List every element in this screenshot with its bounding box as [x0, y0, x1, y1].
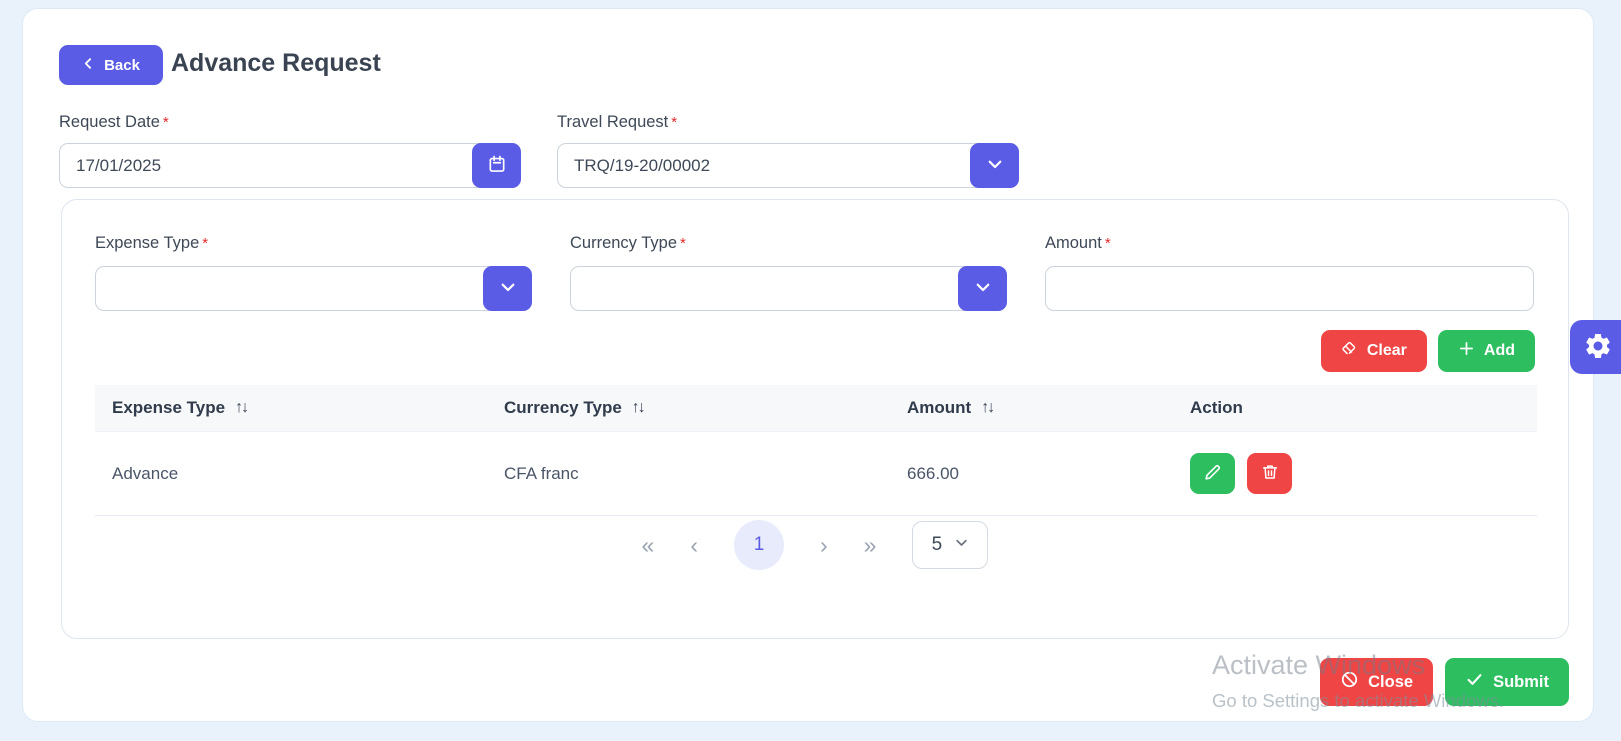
chevron-left-icon [82, 57, 95, 74]
travel-request-dropdown-button[interactable] [970, 143, 1019, 188]
required-asterisk: * [1105, 235, 1111, 252]
settings-flyout-button[interactable] [1570, 320, 1621, 374]
currency-type-label: Currency Type* [570, 234, 686, 253]
clear-button-label: Clear [1367, 342, 1407, 360]
cell-actions [1173, 453, 1537, 494]
column-header-expense-type: Expense Type ↑↓ [95, 398, 487, 418]
back-button[interactable]: Back [59, 45, 163, 85]
next-page-button[interactable]: › [820, 534, 828, 557]
request-date-group [59, 143, 521, 188]
currency-type-dropdown-button[interactable] [958, 266, 1007, 311]
gear-icon [1583, 331, 1613, 364]
cell-expense-type: Advance [95, 464, 487, 484]
last-page-button[interactable]: » [864, 534, 877, 557]
column-header-amount: Amount ↑↓ [890, 398, 1173, 418]
sort-icon[interactable]: ↑↓ [632, 399, 644, 417]
add-button-label: Add [1484, 342, 1515, 360]
page-title: Advance Request [171, 49, 381, 78]
currency-type-select[interactable] [570, 266, 1007, 311]
add-button[interactable]: Add [1438, 330, 1535, 372]
ban-icon [1340, 670, 1359, 694]
column-header-action: Action [1173, 398, 1537, 418]
travel-request-label: Travel Request* [557, 113, 677, 132]
travel-request-select[interactable] [557, 143, 1019, 188]
required-asterisk: * [202, 235, 208, 252]
current-page-button[interactable]: 1 [734, 520, 784, 570]
page: Back Advance Request Request Date* Trave… [0, 0, 1621, 741]
chevron-down-icon [954, 534, 969, 556]
table-row: Advance CFA franc 666.00 [95, 432, 1537, 516]
back-button-label: Back [104, 57, 140, 74]
clear-button[interactable]: Clear [1321, 330, 1427, 372]
page-size-select[interactable]: 5 [912, 521, 988, 569]
check-icon [1465, 670, 1484, 694]
table-header-row: Expense Type ↑↓ Currency Type ↑↓ Amount … [95, 385, 1537, 432]
chevron-down-icon [499, 278, 517, 299]
first-page-button[interactable]: « [642, 534, 655, 557]
cell-currency-type: CFA franc [487, 464, 890, 484]
page-size-value: 5 [932, 534, 943, 556]
required-asterisk: * [680, 235, 686, 252]
currency-type-group [570, 266, 1007, 311]
eraser-icon [1341, 340, 1358, 362]
required-asterisk: * [163, 114, 169, 131]
line-actions: Clear Add [1321, 330, 1535, 372]
request-date-input[interactable] [59, 143, 521, 188]
amount-group [1045, 266, 1534, 311]
required-asterisk: * [671, 114, 677, 131]
form-footer-actions: Close Submit [1320, 658, 1569, 706]
travel-request-group [557, 143, 1019, 188]
close-button-label: Close [1368, 673, 1413, 692]
amount-input[interactable] [1045, 266, 1534, 311]
pencil-icon [1203, 463, 1222, 485]
expense-type-group [95, 266, 532, 311]
amount-label: Amount* [1045, 234, 1111, 253]
sort-icon[interactable]: ↑↓ [981, 399, 993, 417]
delete-row-button[interactable] [1247, 453, 1292, 494]
trash-icon [1261, 463, 1279, 484]
expense-lines-card: Expense Type* Currency Type* [61, 199, 1569, 639]
expense-type-dropdown-button[interactable] [483, 266, 532, 311]
pagination: « ‹ 1 › » 5 [62, 520, 1568, 570]
request-date-label: Request Date* [59, 113, 169, 132]
sort-icon[interactable]: ↑↓ [235, 399, 247, 417]
expense-type-select[interactable] [95, 266, 532, 311]
close-button[interactable]: Close [1320, 658, 1433, 706]
date-picker-button[interactable] [472, 143, 521, 188]
cell-amount: 666.00 [890, 464, 1173, 484]
expense-lines-table: Expense Type ↑↓ Currency Type ↑↓ Amount … [95, 385, 1537, 516]
previous-page-button[interactable]: ‹ [690, 534, 698, 557]
submit-button-label: Submit [1493, 673, 1549, 692]
chevron-down-icon [974, 278, 992, 299]
submit-button[interactable]: Submit [1445, 658, 1569, 706]
advance-request-panel: Back Advance Request Request Date* Trave… [22, 8, 1594, 722]
expense-type-label: Expense Type* [95, 234, 208, 253]
plus-icon [1458, 340, 1475, 362]
chevron-down-icon [986, 155, 1004, 176]
column-header-currency-type: Currency Type ↑↓ [487, 398, 890, 418]
calendar-icon [487, 154, 507, 177]
edit-row-button[interactable] [1190, 453, 1235, 494]
